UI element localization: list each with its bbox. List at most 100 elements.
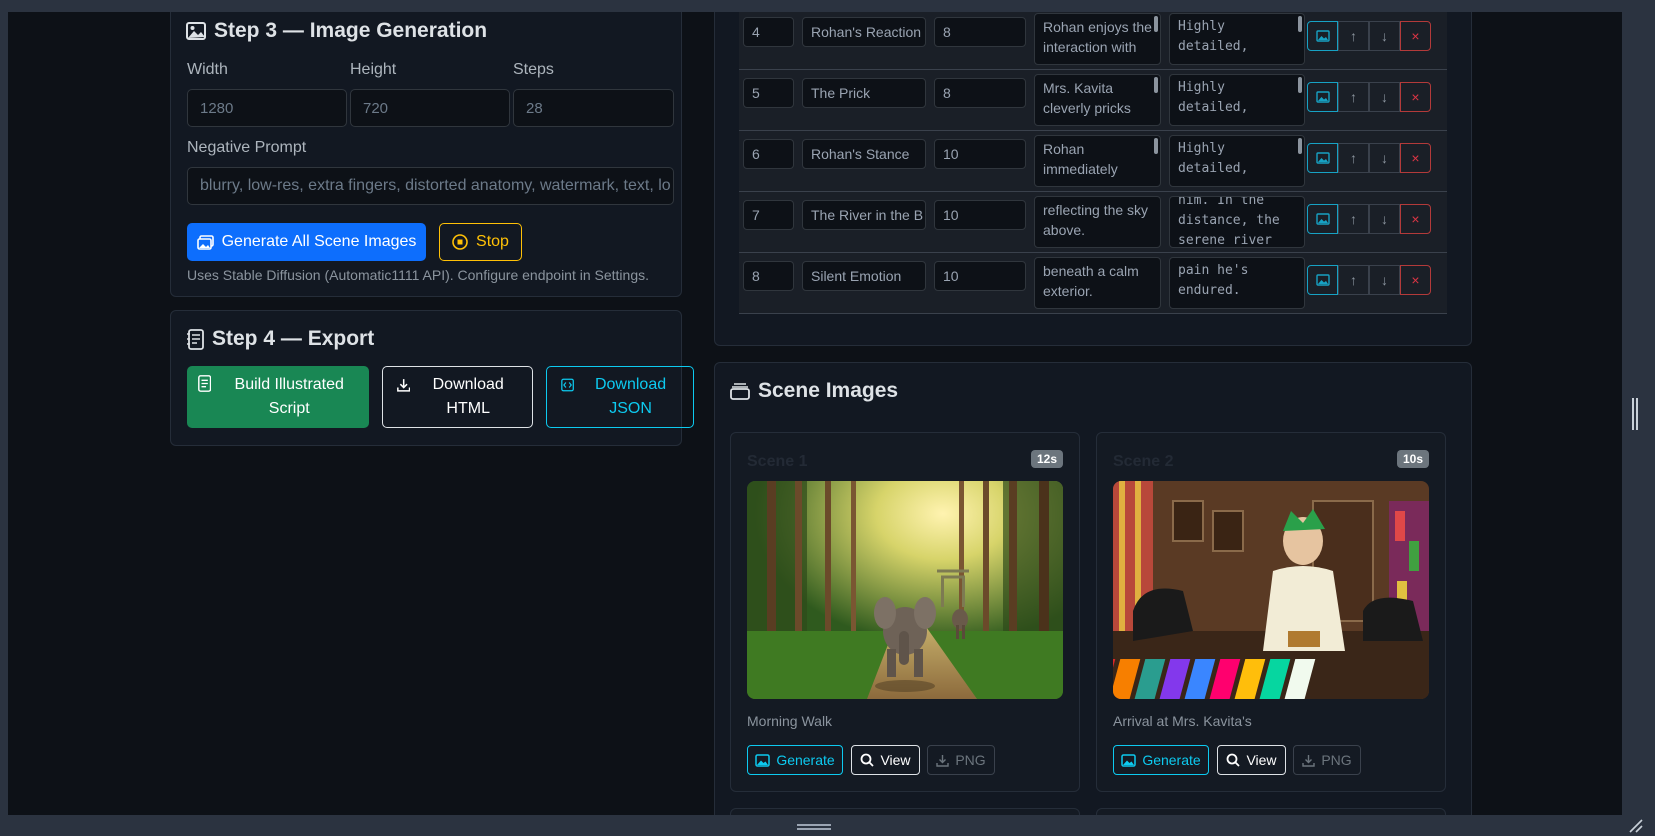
generate-all-button[interactable]: Generate All Scene Images [187,223,426,261]
move-down-button[interactable]: ↓ [1369,143,1400,173]
scene-thumbnail[interactable] [747,481,1063,699]
png-button[interactable]: PNG [1293,745,1361,775]
move-down-button[interactable]: ↓ [1369,21,1400,51]
scene-description-text: Mrs. Kavita cleverly pricks [1043,80,1131,116]
move-up-button[interactable]: ↑ [1338,265,1369,295]
generate-button[interactable]: Generate [747,745,843,775]
move-down-button[interactable]: ↓ [1369,82,1400,112]
scene-number-input[interactable]: 6 [743,139,794,169]
scene-description-textarea[interactable]: Rohan enjoys the interaction with [1034,13,1161,65]
generate-image-button[interactable] [1307,82,1338,112]
scene-duration-input[interactable]: 10 [934,200,1026,230]
view-button[interactable]: View [851,745,920,775]
scene-prompt-text: Highly detailed, [1178,80,1249,115]
scene-description-textarea[interactable]: reflecting the sky above. [1034,196,1161,248]
delete-row-button[interactable]: × [1400,21,1431,51]
scene-caption: Arrival at Mrs. Kavita's [1113,713,1252,729]
table-row: 8 Silent Emotion 10 beneath a calm exter… [739,253,1447,314]
scene-number-input[interactable]: 7 [743,200,794,230]
scene-title-input[interactable]: Rohan's Reaction [802,17,926,47]
steps-input[interactable]: 28 [513,89,674,127]
scene-card: Scene 2 10s Arrival at Mrs. Kavita's Gen… [1096,432,1446,792]
generate-button[interactable]: Generate [1113,745,1209,775]
scene-prompt-textarea[interactable]: Highly detailed, [1169,74,1305,126]
delete-row-button[interactable]: × [1400,82,1431,112]
scene-duration-input[interactable]: 8 [934,17,1026,47]
scene-images-header: Scene Images [730,379,898,403]
view-button[interactable]: View [1217,745,1286,775]
height-input[interactable]: 720 [350,89,510,127]
scrollbar[interactable] [1298,16,1302,32]
generate-image-button[interactable] [1307,204,1338,234]
move-up-button[interactable]: ↑ [1338,204,1369,234]
download-html-label: Download HTML [432,376,504,417]
scene-title-input[interactable]: The River in the B [802,200,926,230]
scrollbar[interactable] [1154,16,1158,32]
scene-number-input[interactable]: 8 [743,261,794,291]
step3-header: Step 3 — Image Generation [186,19,487,43]
scene-duration-input[interactable]: 10 [934,139,1026,169]
download-html-button[interactable]: Download HTML [382,366,533,428]
scene-description-textarea[interactable]: Mrs. Kavita cleverly pricks [1034,74,1161,126]
image-icon [1121,753,1137,767]
scene-title-input[interactable]: Silent Emotion [802,261,926,291]
delete-row-button[interactable]: × [1400,143,1431,173]
duration-badge: 10s [1396,450,1429,468]
arrow-up-icon: ↑ [1350,150,1357,166]
stop-label: Stop [476,233,509,250]
generate-image-button[interactable] [1307,265,1338,295]
scene-thumbnail[interactable] [1113,481,1429,699]
arrow-up-icon: ↑ [1350,28,1357,44]
download-icon [936,754,950,767]
panel-resize-handle[interactable] [1632,398,1638,430]
image-icon [755,753,771,767]
scrollbar[interactable] [1154,77,1158,93]
scene-description-textarea[interactable]: Rohan immediately [1034,135,1161,187]
width-input[interactable]: 1280 [187,89,347,127]
drag-handle-icon[interactable] [797,824,831,830]
scene-duration-input[interactable]: 8 [934,78,1026,108]
document-icon [187,328,204,350]
step4-card: Step 4 — Export Build Illustrated Script… [170,310,694,446]
app-window: Step 3 — Image Generation Width Height S… [8,12,1622,815]
scrollbar[interactable] [1298,138,1302,154]
build-script-button[interactable]: Build Illustrated Script [187,366,369,428]
scrollbar[interactable] [1154,138,1158,154]
move-up-button[interactable]: ↑ [1338,21,1369,51]
stop-button[interactable]: Stop [439,223,522,261]
image-icon [1315,30,1330,42]
scene-description-text: Rohan enjoys the interaction with [1043,19,1152,55]
scene-description-textarea[interactable]: beneath a calm exterior. [1034,257,1161,309]
generate-image-button[interactable] [1307,143,1338,173]
resize-grip-icon[interactable] [1628,818,1644,834]
png-button[interactable]: PNG [927,745,995,775]
scrollbar[interactable] [1298,77,1302,93]
row-actions: ↑ ↓ × [1307,143,1431,173]
scene-number-input[interactable]: 5 [743,78,794,108]
stop-circle-icon [452,234,468,250]
scene-caption: Morning Walk [747,713,833,729]
move-up-button[interactable]: ↑ [1338,82,1369,112]
scene-prompt-textarea[interactable]: him. In the distance, the serene river [1169,196,1305,248]
move-down-button[interactable]: ↓ [1369,265,1400,295]
delete-row-button[interactable]: × [1400,204,1431,234]
scene-prompt-textarea[interactable]: Highly detailed, [1169,135,1305,187]
negative-prompt-input[interactable]: blurry, low-res, extra fingers, distorte… [187,167,674,205]
scene-number-input[interactable]: 4 [743,17,794,47]
scene-prompt-textarea[interactable]: pain he's endured. [1169,257,1305,309]
move-down-button[interactable]: ↓ [1369,204,1400,234]
scene-prompt-textarea[interactable]: Highly detailed, [1169,13,1305,65]
row-actions: ↑ ↓ × [1307,265,1431,295]
scene-table-card: 4 Rohan's Reaction 8 Rohan enjoys the in… [714,12,1472,346]
png-label: PNG [1321,752,1352,768]
scene-title-input[interactable]: The Prick [802,78,926,108]
image-icon [1315,152,1330,164]
scene-duration-input[interactable]: 10 [934,261,1026,291]
bottom-bar [8,815,1655,836]
delete-row-button[interactable]: × [1400,265,1431,295]
close-icon: × [1411,28,1420,44]
download-json-button[interactable]: Download JSON [546,366,694,428]
scene-title-input[interactable]: Rohan's Stance [802,139,926,169]
generate-image-button[interactable] [1307,21,1338,51]
move-up-button[interactable]: ↑ [1338,143,1369,173]
